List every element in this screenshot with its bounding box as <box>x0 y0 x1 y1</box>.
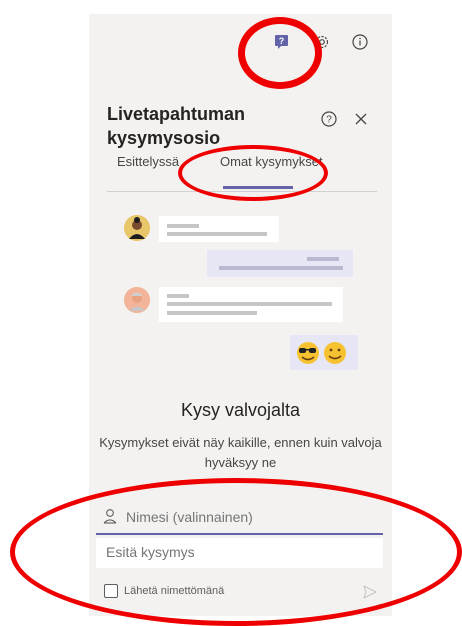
avatar <box>124 215 150 241</box>
message-bubble <box>159 216 279 242</box>
message-bubble <box>159 287 343 322</box>
tab-featured[interactable]: Esittelyssä <box>117 154 179 169</box>
help-circle-icon[interactable]: ? <box>318 108 340 130</box>
svg-text:?: ? <box>326 115 332 126</box>
annotation-ellipse-tab <box>178 145 328 201</box>
moderation-notice: Kysymykset eivät näy kaikille, ennen kui… <box>99 435 382 470</box>
ask-moderator-heading: Kysy valvojalta <box>180 400 301 420</box>
avatar <box>124 287 150 313</box>
close-icon[interactable] <box>350 108 372 130</box>
emoji-bubble <box>290 335 358 370</box>
panel-title: Livetapahtuman kysymysosio <box>107 104 246 148</box>
message-bubble-own <box>207 250 353 277</box>
annotation-ellipse-qa-icon <box>238 17 322 89</box>
annotation-ellipse-form <box>10 478 462 626</box>
info-icon[interactable] <box>349 31 371 53</box>
